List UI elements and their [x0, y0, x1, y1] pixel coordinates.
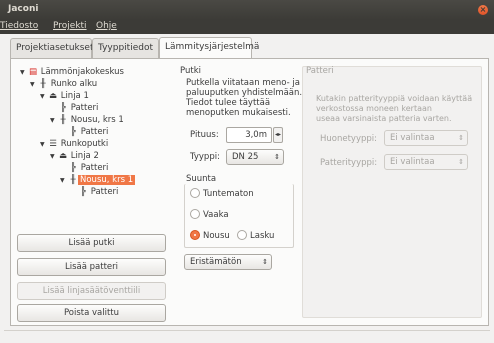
tree-node[interactable]: ╠ Patteri [78, 186, 118, 198]
window-title: Jaconi [8, 4, 39, 14]
direction-group-title: Suunta [186, 174, 217, 184]
menu-bar: Tiedosto Projekti Ohje [0, 20, 494, 34]
menu-item-ohje[interactable]: Ohje [96, 21, 117, 31]
riser-icon: ╫ [70, 175, 76, 185]
tree-node[interactable]: ▼ ⏏ Linja 1 [40, 90, 89, 102]
radio-icon [190, 209, 200, 219]
tree-node-label: Nousu, krs 1 [70, 115, 124, 125]
tree-node[interactable]: ▼ ⏏ Linja 2 [50, 150, 99, 162]
expanded-arrow-icon[interactable]: ▼ [40, 91, 48, 103]
radiator-type-value: Ei valintaa [390, 157, 435, 167]
radio-selected-icon [190, 230, 200, 240]
insulation-select[interactable]: Eristämätön ⇕ [184, 254, 272, 270]
add-valve-button[interactable]: Lisää linjasäätöventtiili [17, 282, 166, 300]
radio-label: Tuntematon [203, 189, 254, 199]
tree-node-label: Runko alku [50, 79, 98, 89]
expanded-arrow-icon[interactable]: ▼ [50, 151, 58, 163]
line-icon: ⏏ [48, 91, 58, 101]
updown-chevron-icon: ⇕ [458, 134, 464, 142]
radiator-type-label: Patterityyppi: [320, 158, 378, 168]
tree-node[interactable]: ▼ ▤ Lämmönjakokeskus [20, 66, 124, 78]
radiator-description-line: useaa varsinaista patteria varten. [316, 114, 452, 123]
radio-label: Nousu [203, 231, 230, 241]
expanded-arrow-icon[interactable]: ▼ [30, 79, 38, 91]
tree-node-label: Patteri [80, 127, 109, 137]
type-label: Tyyppi: [190, 152, 220, 162]
tree-node-selected[interactable]: ▼ ╫ Nousu, krs 1 [60, 174, 136, 187]
updown-chevron-icon: ⇕ [262, 258, 268, 266]
length-label: Pituus: [190, 130, 219, 140]
room-type-value: Ei valintaa [390, 133, 435, 143]
status-bar [4, 330, 490, 343]
radio-label: Vaaka [203, 210, 229, 220]
tree-node-label: Linja 2 [70, 151, 99, 161]
add-radiator-button[interactable]: Lisää patteri [17, 258, 166, 276]
tree-node-label: Runkoputki [60, 139, 109, 149]
radio-icon [190, 188, 200, 198]
direction-radio-down[interactable]: Lasku [237, 230, 274, 242]
direction-radio-unknown[interactable]: Tuntematon [190, 188, 254, 200]
tree-node-label: Patteri [90, 187, 119, 197]
tab-projektiasetukset[interactable]: Projektiasetukset [10, 38, 94, 58]
radiator-description-line: Kutakin patterityyppiä voidaan käyttää [316, 94, 473, 103]
radio-label: Lasku [250, 231, 275, 241]
pipe-description-line: menoputken mukaisesti. [186, 108, 291, 118]
expanded-arrow-icon[interactable]: ▼ [50, 115, 58, 127]
expanded-arrow-icon[interactable]: ▼ [60, 175, 68, 187]
tree-node[interactable]: ▼ ☰ Runkoputki [40, 138, 108, 150]
tab-tyyppitiedot[interactable]: Tyyppitiedot [92, 38, 159, 58]
tree-node[interactable]: ╠ Patteri [68, 126, 108, 138]
radiator-icon: ╠ [70, 163, 76, 173]
tab-lammitysjarjestelma[interactable]: Lämmitysjärjestelmä [159, 37, 259, 58]
heat-center-icon: ▤ [28, 67, 38, 77]
line-icon: ⏏ [58, 151, 68, 161]
tree-node-label: Patteri [80, 163, 109, 173]
tree-node-label: Lämmönjakokeskus [40, 67, 124, 77]
tree-node[interactable]: ╠ Patteri [58, 102, 98, 114]
radiator-description-line: verkostossa moneen kertaan [316, 104, 432, 113]
menu-item-tiedosto[interactable]: Tiedosto [0, 21, 38, 31]
radiator-type-select[interactable]: Ei valintaa ⇕ [384, 154, 468, 170]
tree-node[interactable]: ▼ ╫ Runko alku [30, 78, 97, 90]
network-tree[interactable]: ▼ ▤ Lämmönjakokeskus ▼ ╫ Runko alku ▼ ⏏ Lin… [20, 66, 170, 226]
pipe-type-value: DN 25 [232, 152, 259, 162]
direction-radio-horizontal[interactable]: Vaaka [190, 209, 229, 221]
radiator-group-title: Patteri [306, 66, 334, 76]
room-type-select[interactable]: Ei valintaa ⇕ [384, 130, 468, 146]
updown-chevron-icon: ⇕ [458, 158, 464, 166]
tree-node[interactable]: ▼ ╫ Nousu, krs 1 [50, 114, 124, 126]
tree-node-label: Linja 1 [60, 91, 89, 101]
tree-node-label: Patteri [70, 103, 99, 113]
pipe-type-select[interactable]: DN 25 ⇕ [226, 149, 284, 165]
expanded-arrow-icon[interactable]: ▼ [40, 139, 48, 151]
radio-icon [237, 230, 247, 240]
add-pipe-button[interactable]: Lisää putki [17, 234, 166, 252]
close-icon[interactable]: × [478, 5, 488, 15]
length-spinner-icon[interactable]: ◂▸ [273, 127, 283, 143]
pipe-description-line: Tiedot tulee täyttää [186, 98, 271, 108]
pipe-description-line: paluuputken yhdistelmään. [186, 88, 303, 98]
pipe-group-title: Putki [180, 66, 201, 76]
direction-radio-up[interactable]: Nousu [190, 230, 230, 242]
updown-chevron-icon: ⇕ [274, 153, 280, 161]
radiator-description: Kutakin patterityyppiä voidaan käyttää v… [316, 94, 472, 124]
delete-selected-button[interactable]: Poista valittu [17, 304, 166, 322]
title-bar: Jaconi × [0, 0, 494, 20]
radiator-icon: ╠ [70, 127, 76, 137]
pipe-description: Putkella viitataan meno- ja paluuputken … [186, 78, 302, 118]
room-type-label: Huonetyyppi: [320, 134, 378, 144]
tree-node[interactable]: ╠ Patteri [68, 162, 108, 174]
radiator-icon: ╠ [80, 187, 86, 197]
length-field[interactable]: 3,0m [226, 127, 272, 143]
expanded-arrow-icon[interactable]: ▼ [20, 67, 28, 79]
pipe-description-line: Putkella viitataan meno- ja [186, 78, 300, 88]
trunk-pipe-icon: ☰ [49, 139, 57, 149]
tree-node-label: Nousu, krs 1 [78, 175, 136, 185]
radiator-icon: ╠ [60, 103, 66, 113]
insulation-value: Eristämätön [190, 257, 242, 267]
riser-icon: ╫ [60, 115, 66, 125]
menu-item-projekti[interactable]: Projekti [53, 21, 87, 31]
trunk-start-icon: ╫ [40, 79, 46, 89]
